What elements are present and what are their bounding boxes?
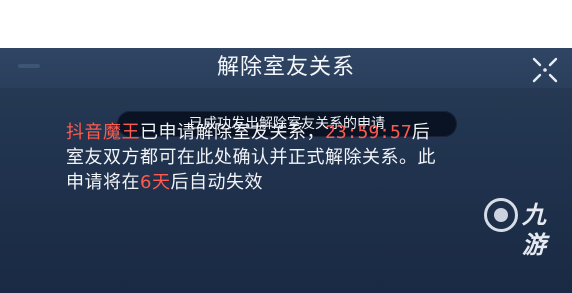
close-icon[interactable] bbox=[531, 56, 559, 84]
watermark: 九游 bbox=[484, 198, 564, 259]
top-white-area bbox=[0, 0, 572, 48]
dialog-header: 解除室友关系 bbox=[0, 48, 572, 88]
dialog-message: 抖音魔王已申请解除室友关系，23:59:57后室友双方都可在此处确认并正式解除关… bbox=[66, 120, 446, 195]
requester-name: 抖音魔王 bbox=[66, 122, 140, 143]
countdown-timer: 23:59:57 bbox=[325, 122, 412, 143]
watermark-logo-icon bbox=[484, 198, 518, 232]
message-part-1: 已申请解除室友关系， bbox=[140, 122, 325, 143]
watermark-text: 九游 bbox=[522, 201, 546, 259]
dialog-title: 解除室友关系 bbox=[216, 55, 355, 80]
expire-days: 6天 bbox=[140, 172, 171, 193]
message-part-3: 后自动失效 bbox=[170, 172, 263, 193]
